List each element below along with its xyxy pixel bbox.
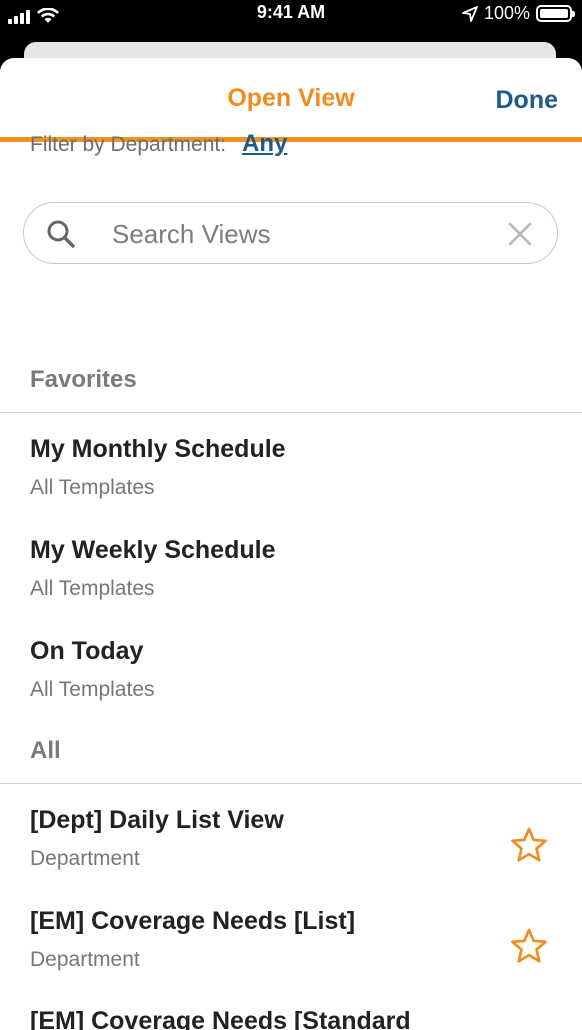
- list-item[interactable]: On Today All Templates: [0, 625, 582, 725]
- filter-label: Filter by Department:: [30, 133, 227, 156]
- list-item-title: [EM] Coverage Needs [List]: [30, 907, 356, 935]
- list-item-subtitle: Department: [30, 948, 140, 971]
- section-header-favorites: Favorites: [0, 358, 582, 413]
- list-item-title: On Today: [30, 637, 144, 665]
- list-item-subtitle: All Templates: [30, 577, 155, 600]
- department-filter: Filter by Department: Any: [30, 130, 287, 158]
- section-title: All: [30, 737, 61, 764]
- section-title: Favorites: [30, 366, 137, 393]
- clear-search-icon[interactable]: [507, 221, 533, 247]
- search-input[interactable]: [112, 215, 492, 253]
- list-item[interactable]: [EM] Coverage Needs [List] Department: [0, 895, 582, 995]
- list-item[interactable]: My Weekly Schedule All Templates: [0, 524, 582, 624]
- list-item[interactable]: My Monthly Schedule All Templates: [0, 423, 582, 523]
- search-bar: [23, 202, 558, 264]
- list-item-subtitle: All Templates: [30, 476, 155, 499]
- list-item-title: My Monthly Schedule: [30, 435, 286, 463]
- list-item-subtitle: Department: [30, 847, 140, 870]
- list-item[interactable]: [Dept] Daily List View Department: [0, 794, 582, 894]
- star-outline-icon[interactable]: [510, 927, 548, 965]
- location-arrow-icon: [462, 5, 478, 22]
- list-item-title: My Weekly Schedule: [30, 536, 276, 564]
- battery-icon: [536, 5, 575, 22]
- status-right: 100%: [462, 3, 575, 24]
- list-item-subtitle: All Templates: [30, 678, 155, 701]
- battery-percent: 100%: [483, 3, 530, 23]
- star-outline-icon[interactable]: [510, 826, 548, 864]
- list-item[interactable]: [EM] Coverage Needs [Standard: [0, 995, 582, 1030]
- section-header-all: All: [0, 729, 582, 784]
- status-bar: 9:41 AM 100%: [0, 0, 582, 40]
- done-button[interactable]: Done: [496, 86, 559, 115]
- list-item-title: [Dept] Daily List View: [30, 806, 284, 834]
- department-filter-link[interactable]: Any: [242, 130, 287, 158]
- list-item-title: [EM] Coverage Needs [Standard: [30, 1007, 411, 1030]
- search-icon: [47, 220, 75, 248]
